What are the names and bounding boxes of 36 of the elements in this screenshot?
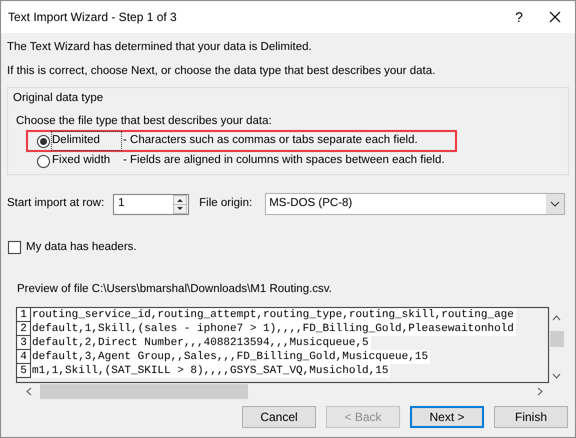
chevron-down-icon[interactable] [546, 194, 564, 214]
spinner-arrows-icon[interactable] [173, 194, 188, 214]
dialog-button[interactable]: Next > [410, 406, 484, 428]
line-number: 5 [17, 364, 31, 378]
line-number: 3 [17, 336, 31, 350]
scrollbar-thumb[interactable] [550, 330, 564, 346]
dialog-button[interactable]: Cancel [242, 406, 316, 428]
group-label: Original data type [13, 90, 104, 106]
dialog-button[interactable]: Finish [494, 406, 568, 428]
close-icon[interactable] [549, 11, 561, 23]
line-number: 1 [17, 308, 31, 322]
info-text: If this is correct, choose Next, or choose the data type that best describes your data. [7, 64, 436, 80]
option-description: - Fields are aligned in columns with spaces between each field. [123, 153, 445, 168]
radio-label[interactable]: Fixed width [52, 152, 121, 170]
radio-button[interactable] [37, 154, 50, 168]
info-text: The Text Wizard has determined that your data is Delimited. [7, 40, 313, 55]
chevron-left-icon[interactable] [26, 386, 32, 396]
checkbox[interactable] [8, 241, 21, 254]
window-title: Text Import Wizard - Step 1 of 3 [8, 9, 177, 26]
start-row-label: Start import at row: [7, 196, 104, 212]
scrollbar-thumb[interactable] [40, 384, 248, 398]
radio-label[interactable]: Delimited [52, 132, 121, 150]
chevron-right-icon[interactable] [537, 386, 543, 396]
line-number: 2 [17, 322, 31, 336]
file-origin-label: File origin: [199, 196, 252, 212]
checkbox-label[interactable]: My data has headers. [26, 239, 137, 256]
radio-button[interactable] [37, 134, 50, 148]
chevron-down-icon[interactable] [552, 372, 561, 378]
prompt-text: Choose the file type that best describes your data: [16, 114, 273, 129]
file-origin-dropdown[interactable]: MS-DOS (PC-8) [265, 193, 566, 215]
help-button[interactable]: ? [504, 6, 534, 28]
start-row-spinner[interactable]: 1 [113, 194, 190, 214]
line-number: 4 [17, 350, 31, 364]
chevron-up-icon[interactable] [552, 314, 561, 320]
option-description: - Characters such as commas or tabs separate each field. [123, 133, 418, 148]
preview-label: Preview of file C:\Users\bmarshal\Downloads\M1 Routing.csv. [17, 282, 333, 298]
